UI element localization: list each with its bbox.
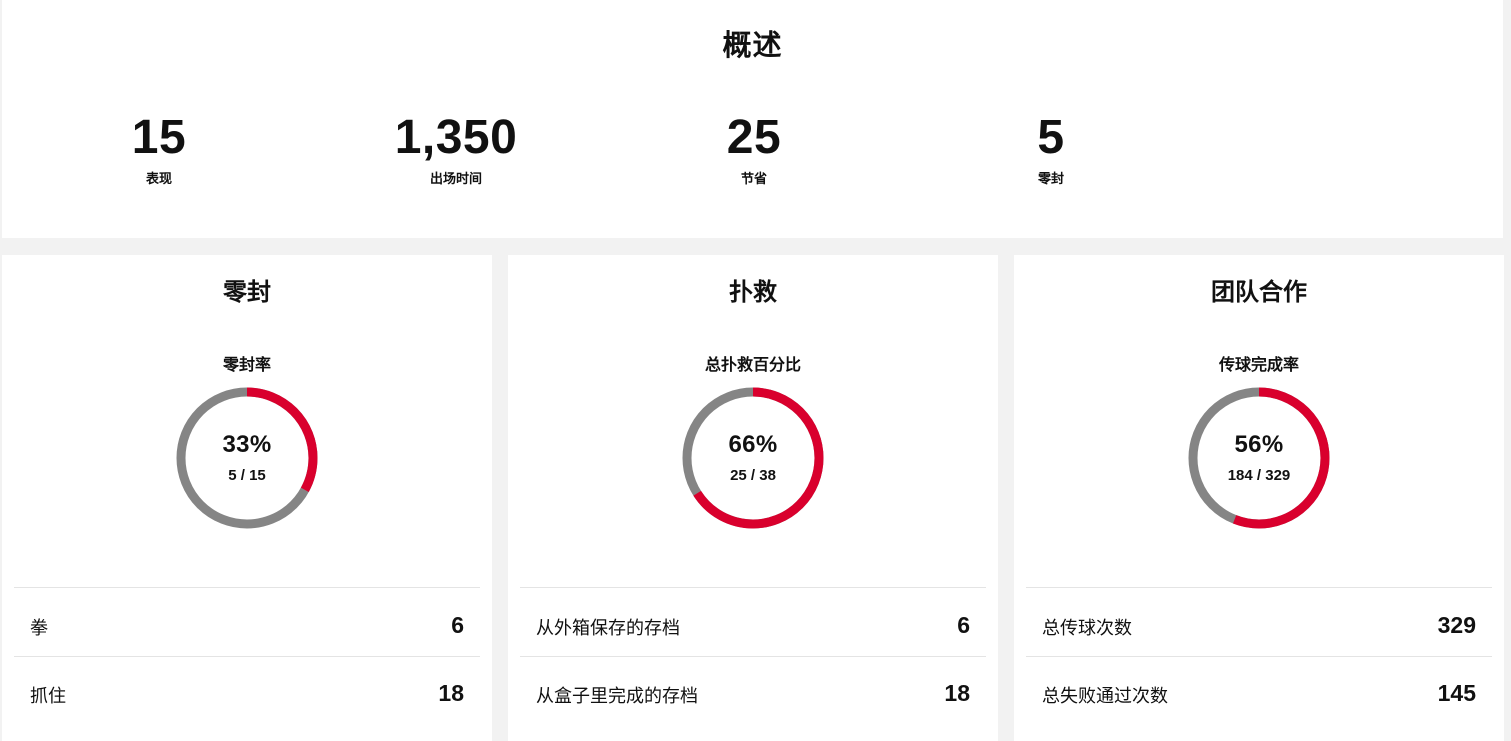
donut-chart: 33% 5 / 15 [174, 385, 320, 531]
donut-chart: 56% 184 / 329 [1186, 385, 1332, 531]
list-item: 拳 6 [14, 590, 480, 658]
clean-sheets-card: 零封 零封率 33% 5 / 15 拳 6 抓住 18 [2, 255, 492, 741]
list-item: 抓住 18 [14, 658, 480, 726]
row-label: 从外箱保存的存档 [536, 618, 680, 638]
donut-percent: 66% [728, 431, 778, 458]
row-label: 拳 [30, 618, 48, 638]
teamwork-card: 团队合作 传球完成率 56% 184 / 329 总传球次数 329 总失败通过… [1014, 255, 1504, 741]
divider [14, 656, 480, 657]
divider [14, 587, 480, 588]
row-value: 329 [1437, 612, 1476, 638]
stat-clean-sheets: 5 零封 [931, 110, 1171, 187]
donut-fraction: 5 / 15 [228, 467, 266, 484]
row-label: 总传球次数 [1042, 618, 1132, 638]
row-value: 6 [957, 612, 970, 638]
overview-panel: 概述 15 表现 1,350 出场时间 25 节省 5 零封 [2, 0, 1503, 238]
overview-title: 概述 [722, 30, 783, 62]
stat-label: 节省 [740, 171, 767, 186]
list-item: 从盒子里完成的存档 18 [520, 658, 986, 726]
divider [520, 656, 986, 657]
row-value: 6 [451, 612, 464, 638]
stat-value: 5 [1037, 111, 1065, 164]
row-value: 18 [438, 680, 464, 706]
divider [1026, 587, 1492, 588]
divider [1026, 656, 1492, 657]
stat-saves: 25 节省 [634, 110, 874, 187]
donut-percent: 56% [1234, 431, 1284, 458]
row-label: 总失败通过次数 [1042, 686, 1168, 706]
list-item: 总失败通过次数 145 [1026, 658, 1492, 726]
metric-title: 零封率 [222, 357, 271, 374]
divider [520, 587, 986, 588]
list-item: 总传球次数 329 [1026, 590, 1492, 658]
stat-label: 出场时间 [429, 171, 482, 186]
donut-chart: 66% 25 / 38 [680, 385, 826, 531]
row-value: 18 [944, 680, 970, 706]
card-title: 零封 [223, 279, 271, 306]
stat-minutes-played: 1,350 出场时间 [336, 110, 576, 187]
stat-label: 零封 [1037, 171, 1064, 186]
card-title: 团队合作 [1211, 279, 1307, 306]
row-value: 145 [1437, 680, 1476, 706]
row-label: 抓住 [30, 686, 66, 706]
donut-percent: 33% [222, 431, 272, 458]
stat-value: 25 [726, 111, 782, 164]
metric-title: 总扑救百分比 [704, 357, 801, 374]
card-title: 扑救 [729, 279, 777, 306]
stat-value: 15 [131, 111, 187, 164]
donut-fraction: 25 / 38 [730, 467, 776, 484]
row-label: 从盒子里完成的存档 [536, 686, 698, 706]
list-item: 从外箱保存的存档 6 [520, 590, 986, 658]
metric-title: 传球完成率 [1218, 357, 1299, 374]
stat-value: 1,350 [394, 111, 518, 164]
stat-appearances: 15 表现 [39, 110, 279, 187]
stat-label: 表现 [145, 171, 172, 186]
saves-card: 扑救 总扑救百分比 66% 25 / 38 从外箱保存的存档 6 从盒子里完成的… [508, 255, 998, 741]
donut-fraction: 184 / 329 [1227, 467, 1291, 484]
